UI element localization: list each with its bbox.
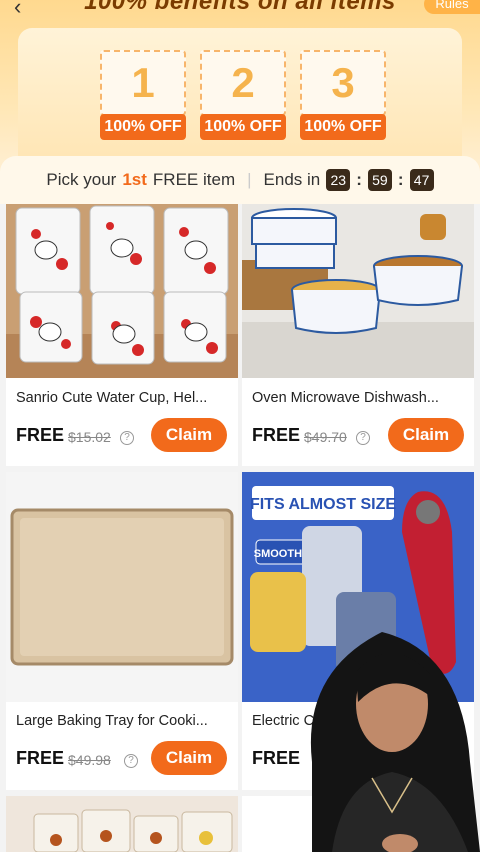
discount-tag: 100% OFF: [300, 114, 386, 140]
product-image: [6, 472, 238, 702]
pick-bar: Pick your 1st FREE item | Ends in 23 : 5…: [0, 156, 480, 204]
product-image: [6, 204, 238, 378]
step-number: 1: [100, 50, 186, 116]
claim-button[interactable]: Claim: [388, 418, 464, 452]
product-card[interactable]: Sanrio Cute Water Cup, Hel... FREE $15.0…: [6, 204, 238, 466]
timer-seconds: 47: [409, 169, 434, 191]
claim-button[interactable]: Claim: [151, 418, 227, 452]
product-card[interactable]: [6, 796, 238, 852]
step-1: 1 100% OFF: [100, 50, 186, 140]
step-number: 3: [300, 50, 386, 116]
product-name[interactable]: Large Baking Tray for Cooki...: [16, 713, 230, 729]
product-image: [6, 796, 238, 852]
product-name[interactable]: Oven Microwave Dishwash...: [252, 390, 466, 406]
timer-hours: 23: [326, 169, 351, 191]
divider: |: [247, 170, 252, 189]
pick-prefix: Pick your: [46, 170, 117, 189]
info-icon[interactable]: ?: [356, 431, 370, 445]
info-icon[interactable]: ?: [124, 754, 138, 768]
claim-button[interactable]: Claim: [151, 741, 227, 775]
page-title: 100% benefits on all items: [84, 0, 396, 15]
product-card[interactable]: Oven Microwave Dishwash... FREE $49.70 ?…: [242, 204, 474, 466]
promo-headline: FITS ALMOST SIZE: [250, 496, 396, 513]
free-label: FREE: [16, 748, 65, 768]
product-image: [242, 204, 474, 378]
product-name[interactable]: Sanrio Cute Water Cup, Hel...: [16, 390, 230, 406]
discount-tag: 100% OFF: [200, 114, 286, 140]
discount-tag: 100% OFF: [100, 114, 186, 140]
timer-minutes: 59: [367, 169, 392, 191]
ends-label: Ends in: [263, 170, 321, 189]
free-label: FREE: [252, 425, 301, 445]
pick-suffix: FREE item: [152, 170, 236, 189]
step-number: 2: [200, 50, 286, 116]
product-card[interactable]: Large Baking Tray for Cooki... FREE $49.…: [6, 472, 238, 790]
info-icon[interactable]: ?: [120, 431, 134, 445]
original-price: $49.70: [304, 429, 347, 445]
step-2: 2 100% OFF: [200, 50, 286, 140]
promo-header: ‹ 100% benefits on all items Rules 1 100…: [0, 0, 480, 180]
presenter-video: [310, 632, 480, 852]
pick-ordinal: 1st: [122, 170, 147, 189]
original-price: $49.98: [68, 752, 111, 768]
rules-button[interactable]: Rules: [424, 0, 480, 14]
original-price: $15.02: [68, 429, 111, 445]
free-label: FREE: [16, 425, 65, 445]
step-3: 3 100% OFF: [300, 50, 386, 140]
